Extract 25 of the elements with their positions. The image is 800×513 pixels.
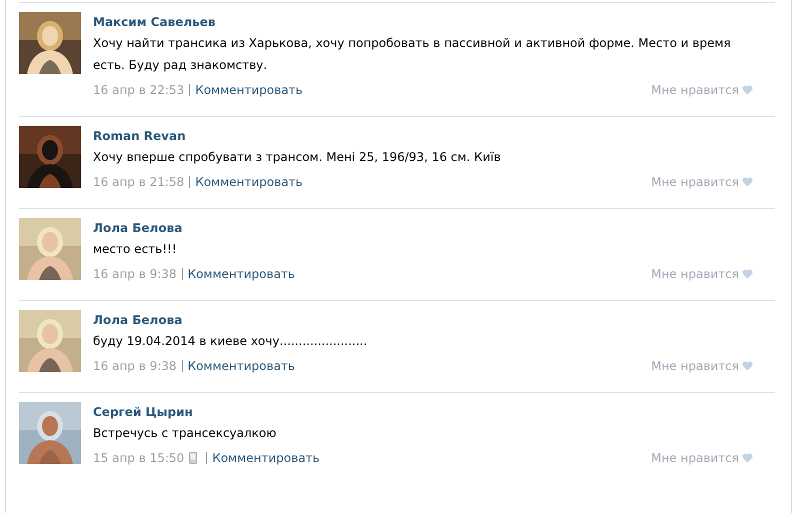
author-link[interactable]: Лола Белова	[93, 310, 182, 330]
author-link[interactable]: Лола Белова	[93, 218, 182, 238]
post-text: Хочу найти трансика из Харькова, хочу попробовать в пассивной и активной форме. Место и время есть. Буду рад знакомству.	[93, 35, 732, 74]
heart-icon	[742, 361, 753, 371]
author-link[interactable]: Сергей Цырин	[93, 402, 193, 422]
comment-link[interactable]: Комментировать	[188, 262, 295, 286]
post-text: Встречусь с трансексуалкою	[93, 425, 278, 442]
post-text: место есть!!!	[93, 241, 178, 258]
heart-icon	[742, 177, 753, 187]
comment-link[interactable]: Комментировать	[212, 446, 320, 470]
comment-link[interactable]: Комментировать	[195, 170, 303, 194]
post-date: 16 апр в 21:58	[93, 174, 184, 191]
post-date: 16 апр в 22:53	[93, 82, 184, 99]
post-date: 16 апр в 9:38	[93, 266, 177, 283]
heart-icon	[742, 85, 753, 95]
comment-link[interactable]: Комментировать	[188, 354, 295, 378]
post-text: буду 19.04.2014 в киеве хочу.......................	[93, 333, 368, 350]
comment-link[interactable]: Комментировать	[195, 78, 303, 102]
post-date: 16 апр в 9:38	[93, 358, 177, 375]
heart-icon	[742, 269, 753, 279]
author-link[interactable]: Roman Revan	[93, 126, 186, 146]
heart-icon	[742, 453, 753, 463]
post-text: Хочу вперше спробувати з трансом. Мені 25, 196/93, 16 см. Київ	[93, 149, 502, 166]
post-date: 15 апр в 15:50	[93, 450, 184, 467]
author-link[interactable]: Максим Савельев	[93, 12, 216, 32]
